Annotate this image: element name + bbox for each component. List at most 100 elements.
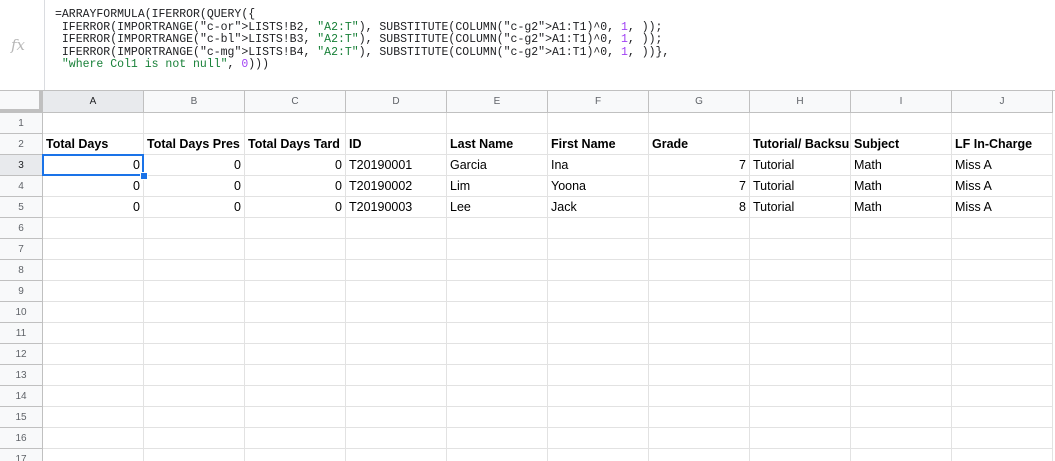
cell-h2[interactable]: Tutorial/ Backsu — [750, 134, 851, 155]
cell-c16[interactable] — [245, 428, 346, 449]
cell-f12[interactable] — [548, 344, 649, 365]
cell-f7[interactable] — [548, 239, 649, 260]
cell-f9[interactable] — [548, 281, 649, 302]
column-header-h[interactable]: H — [750, 91, 851, 113]
cell-a5[interactable]: 0 — [43, 197, 144, 218]
cell-h5[interactable]: Tutorial — [750, 197, 851, 218]
cell-a15[interactable] — [43, 407, 144, 428]
cell-g1[interactable] — [649, 113, 750, 134]
cell-d13[interactable] — [346, 365, 447, 386]
cell-d14[interactable] — [346, 386, 447, 407]
cell-e12[interactable] — [447, 344, 548, 365]
cell-f3[interactable]: Ina — [548, 155, 649, 176]
cell-d3[interactable]: T20190001 — [346, 155, 447, 176]
row-header-16[interactable]: 16 — [0, 428, 43, 449]
cell-c12[interactable] — [245, 344, 346, 365]
cell-j17[interactable] — [952, 449, 1053, 461]
cell-d11[interactable] — [346, 323, 447, 344]
cell-c3[interactable]: 0 — [245, 155, 346, 176]
cell-h6[interactable] — [750, 218, 851, 239]
cell-b7[interactable] — [144, 239, 245, 260]
cell-a11[interactable] — [43, 323, 144, 344]
cell-i4[interactable]: Math — [851, 176, 952, 197]
row-header-7[interactable]: 7 — [0, 239, 43, 260]
cell-j2[interactable]: LF In-Charge — [952, 134, 1053, 155]
row-header-8[interactable]: 8 — [0, 260, 43, 281]
cell-b12[interactable] — [144, 344, 245, 365]
cell-b2[interactable]: Total Days Pres — [144, 134, 245, 155]
cell-c11[interactable] — [245, 323, 346, 344]
cell-i10[interactable] — [851, 302, 952, 323]
cell-g11[interactable] — [649, 323, 750, 344]
cell-c17[interactable] — [245, 449, 346, 461]
cell-b13[interactable] — [144, 365, 245, 386]
cell-i12[interactable] — [851, 344, 952, 365]
cell-b3[interactable]: 0 — [144, 155, 245, 176]
cell-h7[interactable] — [750, 239, 851, 260]
cell-e4[interactable]: Lim — [447, 176, 548, 197]
cell-i16[interactable] — [851, 428, 952, 449]
row-header-11[interactable]: 11 — [0, 323, 43, 344]
cell-b14[interactable] — [144, 386, 245, 407]
row-header-4[interactable]: 4 — [0, 176, 43, 197]
cell-j10[interactable] — [952, 302, 1053, 323]
cell-j4[interactable]: Miss A — [952, 176, 1053, 197]
cell-i11[interactable] — [851, 323, 952, 344]
cell-c9[interactable] — [245, 281, 346, 302]
cell-d7[interactable] — [346, 239, 447, 260]
cell-i2[interactable]: Subject — [851, 134, 952, 155]
cell-g3[interactable]: 7 — [649, 155, 750, 176]
cell-d15[interactable] — [346, 407, 447, 428]
cell-g16[interactable] — [649, 428, 750, 449]
cell-i15[interactable] — [851, 407, 952, 428]
cell-f17[interactable] — [548, 449, 649, 461]
cell-b17[interactable] — [144, 449, 245, 461]
cell-f15[interactable] — [548, 407, 649, 428]
cell-c10[interactable] — [245, 302, 346, 323]
cell-a8[interactable] — [43, 260, 144, 281]
cell-a17[interactable] — [43, 449, 144, 461]
cell-h1[interactable] — [750, 113, 851, 134]
cell-a2[interactable]: Total Days — [43, 134, 144, 155]
cell-h8[interactable] — [750, 260, 851, 281]
cell-b8[interactable] — [144, 260, 245, 281]
cell-h13[interactable] — [750, 365, 851, 386]
cell-j6[interactable] — [952, 218, 1053, 239]
cell-g13[interactable] — [649, 365, 750, 386]
cell-d12[interactable] — [346, 344, 447, 365]
cell-h17[interactable] — [750, 449, 851, 461]
cell-b4[interactable]: 0 — [144, 176, 245, 197]
cell-e1[interactable] — [447, 113, 548, 134]
cell-a16[interactable] — [43, 428, 144, 449]
cell-i1[interactable] — [851, 113, 952, 134]
cell-a7[interactable] — [43, 239, 144, 260]
cell-j15[interactable] — [952, 407, 1053, 428]
cell-b5[interactable]: 0 — [144, 197, 245, 218]
cell-e10[interactable] — [447, 302, 548, 323]
row-header-9[interactable]: 9 — [0, 281, 43, 302]
row-header-10[interactable]: 10 — [0, 302, 43, 323]
cell-f5[interactable]: Jack — [548, 197, 649, 218]
cell-h4[interactable]: Tutorial — [750, 176, 851, 197]
cell-i17[interactable] — [851, 449, 952, 461]
cell-b11[interactable] — [144, 323, 245, 344]
formula-input[interactable]: =ARRAYFORMULA(IFERROR(QUERY({ IFERROR(IM… — [55, 8, 669, 72]
cell-d10[interactable] — [346, 302, 447, 323]
cell-f11[interactable] — [548, 323, 649, 344]
cell-a4[interactable]: 0 — [43, 176, 144, 197]
cell-j7[interactable] — [952, 239, 1053, 260]
cell-f2[interactable]: First Name — [548, 134, 649, 155]
cell-h11[interactable] — [750, 323, 851, 344]
cell-g15[interactable] — [649, 407, 750, 428]
cell-i7[interactable] — [851, 239, 952, 260]
row-header-2[interactable]: 2 — [0, 134, 43, 155]
cell-g17[interactable] — [649, 449, 750, 461]
cell-g10[interactable] — [649, 302, 750, 323]
cell-j1[interactable] — [952, 113, 1053, 134]
cell-a13[interactable] — [43, 365, 144, 386]
cell-j3[interactable]: Miss A — [952, 155, 1053, 176]
row-header-3[interactable]: 3 — [0, 155, 43, 176]
cell-a12[interactable] — [43, 344, 144, 365]
cell-g14[interactable] — [649, 386, 750, 407]
select-all-corner[interactable] — [0, 91, 43, 113]
